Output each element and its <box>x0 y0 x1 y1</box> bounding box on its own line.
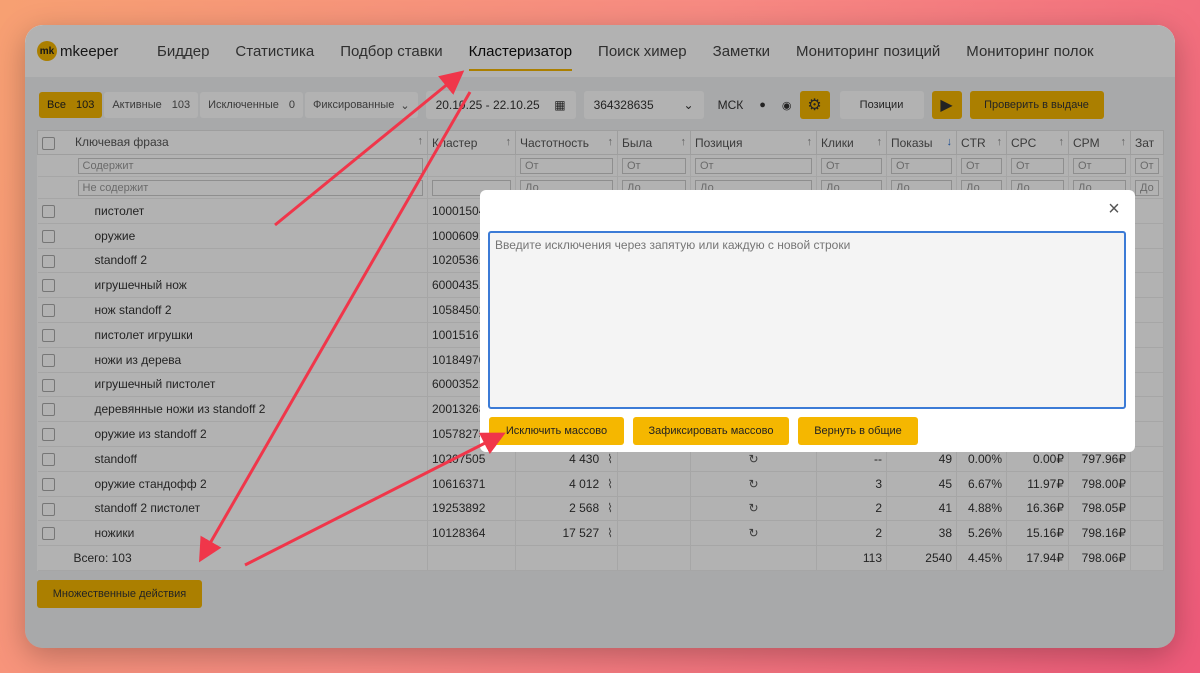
mass-action-modal: × Исключить массово Зафиксировать массов… <box>480 190 1135 452</box>
close-icon[interactable]: × <box>1105 199 1123 219</box>
exclude-mass-button[interactable]: Исключить массово <box>489 417 624 445</box>
exclusions-textarea[interactable] <box>488 231 1126 409</box>
fix-mass-button[interactable]: Зафиксировать массово <box>633 417 789 445</box>
return-to-common-button[interactable]: Вернуть в общие <box>798 417 918 445</box>
app-window: mk mkeeper Биддер Статистика Подбор став… <box>25 25 1175 648</box>
